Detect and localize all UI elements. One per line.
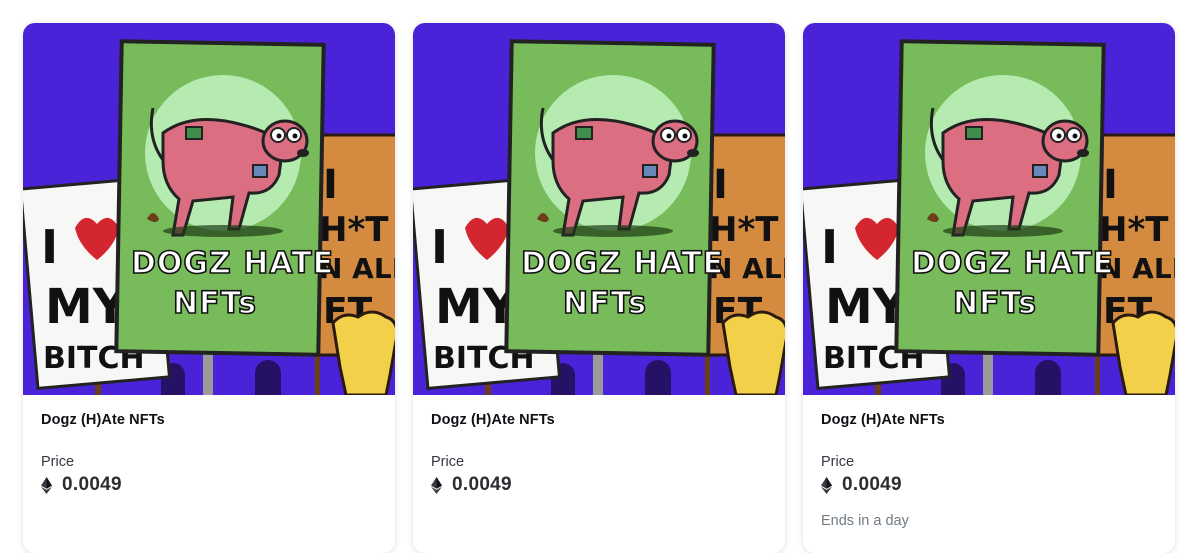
nft-title[interactable]: Dogz (H)Ate NFTs	[431, 412, 767, 428]
nft-card[interactable]: I H*T N ALL FT I MY BITCH	[803, 23, 1175, 553]
svg-text:H*T: H*T	[319, 210, 389, 250]
nft-card[interactable]: I H*T N ALL FT I MY BITCH	[23, 23, 395, 553]
price-label: Price	[431, 454, 465, 470]
ethereum-icon	[41, 476, 52, 494]
svg-text:DOGZ HATE: DOGZ HATE	[911, 246, 1114, 281]
auction-ends-text: Ends in a day	[821, 513, 909, 529]
svg-text:NFTs: NFTs	[173, 286, 257, 321]
svg-text:I: I	[41, 220, 58, 274]
svg-text:I: I	[431, 220, 448, 274]
svg-text:I: I	[821, 220, 838, 274]
price-row: 0.0049	[431, 474, 767, 496]
svg-text:I: I	[323, 162, 338, 208]
card-info: Dogz (H)Ate NFTs Price 0.0049 Ends in a …	[803, 395, 1175, 529]
svg-text:I: I	[1103, 162, 1118, 208]
center-protest-sign: DOGZ HATE NFTs	[894, 39, 1114, 395]
center-protest-sign: DOGZ HATE NFTs	[504, 39, 724, 395]
price-row: 0.0049	[41, 474, 377, 496]
svg-text:DOGZ HATE: DOGZ HATE	[521, 246, 724, 281]
price-row: 0.0049	[821, 474, 1157, 496]
svg-text:H*T: H*T	[709, 210, 779, 250]
nft-artwork-image[interactable]: I H*T N ALL FT I MY BITCH	[23, 23, 395, 395]
price-value: 0.0049	[62, 474, 122, 495]
card-info: Dogz (H)Ate NFTs Price 0.0049	[23, 395, 395, 496]
svg-text:NFTs: NFTs	[563, 286, 647, 321]
nft-card[interactable]: I H*T N ALL FT I MY BITCH	[413, 23, 785, 553]
price-label: Price	[41, 454, 75, 470]
ethereum-icon	[431, 476, 442, 494]
price-label: Price	[821, 454, 855, 470]
nft-title[interactable]: Dogz (H)Ate NFTs	[821, 412, 1157, 428]
svg-text:NFTs: NFTs	[953, 286, 1037, 321]
svg-text:H*T: H*T	[1099, 210, 1169, 250]
card-info: Dogz (H)Ate NFTs Price 0.0049	[413, 395, 785, 496]
nft-card-grid: I H*T N ALL FT I MY BITCH	[23, 23, 1175, 553]
center-protest-sign: DOGZ HATE NFTs	[114, 39, 334, 395]
price-value: 0.0049	[842, 474, 902, 495]
svg-text:I: I	[713, 162, 728, 208]
svg-text:DOGZ HATE: DOGZ HATE	[131, 246, 334, 281]
ethereum-icon	[821, 476, 832, 494]
nft-artwork-image[interactable]: I H*T N ALL FT I MY BITCH	[413, 23, 785, 395]
nft-artwork-image[interactable]: I H*T N ALL FT I MY BITCH	[803, 23, 1175, 395]
price-value: 0.0049	[452, 474, 512, 495]
nft-title[interactable]: Dogz (H)Ate NFTs	[41, 412, 377, 428]
